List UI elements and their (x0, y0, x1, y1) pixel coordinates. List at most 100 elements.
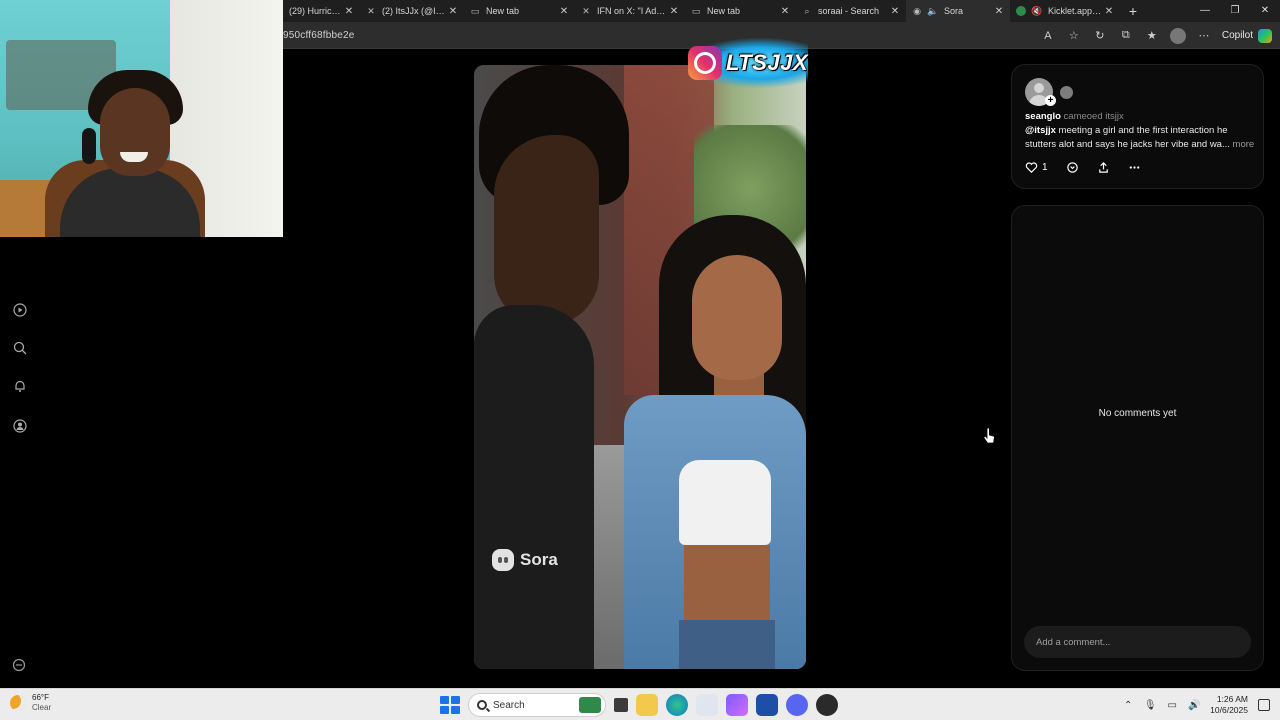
close-icon[interactable]: ✕ (992, 6, 1006, 17)
video-player[interactable]: Sora (474, 65, 806, 669)
microphone-icon[interactable]: 🎙 (1144, 699, 1157, 711)
video-woman-midriff (684, 545, 770, 625)
volume-icon[interactable]: 🔊 (1188, 699, 1200, 711)
caption-mention[interactable]: @itsjjx (1025, 125, 1056, 136)
more-menu-icon[interactable]: ⋯ (1196, 28, 1212, 44)
profile-icon[interactable] (1169, 27, 1186, 44)
moon-icon (10, 695, 26, 711)
minimize-button[interactable]: — (1190, 0, 1220, 22)
comments-panel: No comments yet (1011, 205, 1264, 671)
post-username[interactable]: seanglo (1025, 111, 1061, 122)
taskbar-search[interactable]: Search (468, 693, 606, 717)
close-icon[interactable]: ✕ (1102, 6, 1116, 17)
video-jeans (679, 620, 775, 669)
explore-icon[interactable] (12, 302, 28, 318)
speaker-icon[interactable]: 🔈 (927, 6, 938, 16)
close-window-button[interactable]: ✕ (1250, 0, 1280, 22)
weather-temp: 66°F (32, 693, 49, 702)
like-button[interactable]: 1 (1025, 161, 1048, 174)
page-icon: ▭ (691, 5, 701, 16)
network-icon[interactable]: ▭ (1166, 699, 1178, 711)
browser-toolbar: A ☆ ↻ ⧉ ★ ⋯ Copilot (1040, 22, 1272, 49)
favorites-icon[interactable]: ★ (1144, 28, 1160, 44)
url-field[interactable]: 950cff68fbbe2e (283, 30, 355, 41)
search-icon: ⌕ (804, 5, 810, 16)
notifications-icon[interactable] (12, 378, 28, 394)
hand-cursor-icon (983, 428, 995, 444)
read-aloud-icon[interactable]: A (1040, 28, 1056, 44)
share-button[interactable] (1097, 161, 1110, 174)
tab-label: Sora (944, 6, 964, 16)
close-icon[interactable]: ✕ (888, 6, 902, 17)
close-icon[interactable]: ✕ (778, 6, 792, 17)
comment-input[interactable] (1024, 626, 1251, 658)
tab-label: soraai - Search (818, 6, 880, 16)
video-white-top (679, 460, 771, 545)
edge-browser-icon[interactable] (666, 694, 688, 716)
close-icon[interactable]: ✕ (667, 6, 681, 17)
weather-text: 66°F Clear (32, 693, 51, 713)
tab-label: IFN on X: "I Adin R (597, 6, 667, 16)
profile-icon[interactable] (12, 418, 28, 434)
new-tab-button[interactable]: + (1120, 3, 1146, 19)
tab-ifn[interactable]: ✕ IFN on X: "I Adin R ✕ (575, 0, 685, 22)
chevron-up-icon[interactable]: ⌃ (1122, 699, 1134, 711)
sora-icon: ◉ (913, 5, 921, 16)
clock-time: 1:26 AM (1216, 694, 1248, 704)
settings-icon[interactable] (12, 658, 28, 674)
remix-button[interactable] (1066, 161, 1079, 174)
close-icon[interactable]: ✕ (342, 6, 356, 17)
close-icon[interactable]: ✕ (446, 6, 460, 17)
copilot-button[interactable]: Copilot (1221, 28, 1272, 43)
tab-new-2[interactable]: ▭ New tab ✕ (685, 0, 796, 22)
tab-hurricane[interactable]: (29) Hurricane ✕ (283, 0, 360, 22)
obs-icon[interactable] (816, 694, 838, 716)
clock[interactable]: 1:26 AM 10/6/2025 (1210, 694, 1248, 716)
screen: (29) Hurricane ✕ ✕ (2) ItsJJx (@ItsJJx_)… (0, 0, 1280, 720)
taskbar-search-label: Search (493, 699, 525, 711)
caption-text: meeting a girl and the first interaction… (1025, 125, 1230, 150)
more-options-button[interactable] (1128, 161, 1141, 174)
heart-icon (1025, 161, 1038, 173)
extensions-icon[interactable]: ⧉ (1118, 28, 1134, 44)
search-icon[interactable] (12, 340, 28, 356)
follow-plus-icon[interactable]: + (1045, 95, 1056, 106)
store-icon[interactable] (756, 694, 778, 716)
no-comments-text: No comments yet (1098, 408, 1177, 419)
tab-soraai-search[interactable]: ⌕ soraai - Search ✕ (796, 0, 906, 22)
favorite-star-icon[interactable]: ☆ (1066, 28, 1082, 44)
maximize-button[interactable]: ❐ (1220, 0, 1250, 22)
mute-icon[interactable]: 🔇 (1031, 6, 1042, 16)
video-man-body (474, 305, 594, 669)
remix-icon (1066, 161, 1078, 173)
caption-more-link[interactable]: more (1233, 139, 1255, 150)
file-explorer-icon[interactable] (636, 694, 658, 716)
windows-start-icon[interactable] (438, 694, 460, 716)
cameo-avatar[interactable] (1060, 86, 1073, 99)
tab-label: New tab (486, 6, 520, 16)
kicklet-icon (1016, 6, 1026, 16)
tab-label: (29) Hurricane (289, 6, 342, 16)
tab-itsjjx[interactable]: ✕ (2) ItsJJx (@ItsJJx_) ✕ (360, 0, 464, 22)
clipchamp-icon[interactable] (726, 694, 748, 716)
tab-sora[interactable]: ◉ 🔈 Sora ✕ (906, 0, 1010, 22)
page-icon: ▭ (470, 5, 480, 16)
settings-app-icon[interactable] (696, 694, 718, 716)
instagram-handle: LTSJJX (726, 50, 809, 75)
tab-new-1[interactable]: ▭ New tab ✕ (464, 0, 575, 22)
weather-widget[interactable]: 66°F Clear (10, 693, 51, 713)
notification-icon[interactable] (1258, 699, 1270, 711)
post-author-line: seanglo cameoed itsjjx (1025, 111, 1124, 122)
instagram-icon (688, 46, 722, 80)
discord-icon[interactable] (786, 694, 808, 716)
task-view-icon[interactable] (614, 698, 628, 712)
search-highlight-icon (579, 697, 601, 713)
webcam-headset (82, 128, 96, 164)
refresh-icon[interactable]: ↻ (1092, 28, 1108, 44)
search-icon (477, 700, 487, 710)
copilot-label: Copilot (1221, 30, 1253, 41)
like-count: 1 (1042, 161, 1048, 173)
tab-kicklet[interactable]: 🔇 Kicklet.app - K ✕ (1010, 0, 1120, 22)
close-icon[interactable]: ✕ (557, 6, 571, 17)
sora-watermark-text: Sora (520, 550, 558, 569)
